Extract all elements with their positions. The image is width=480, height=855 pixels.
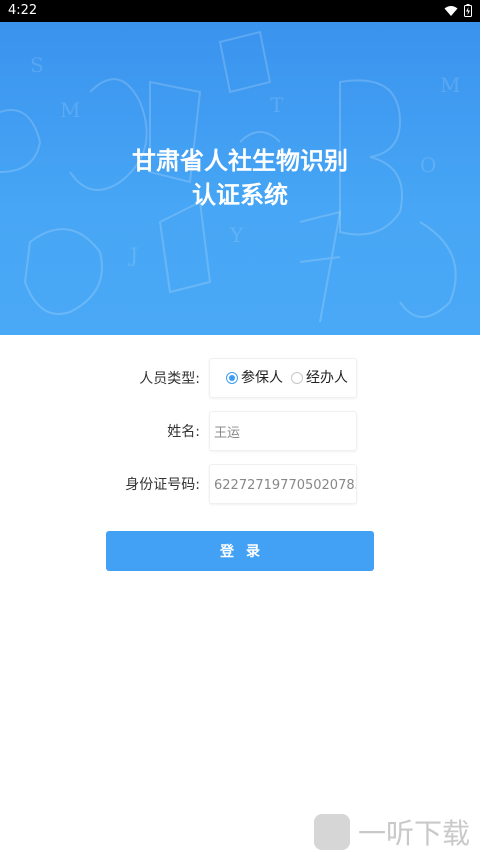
id-number-label: 身份证号码: xyxy=(125,477,200,493)
radio-insured-label: 参保人 xyxy=(241,370,283,386)
name-row: 姓名: xyxy=(0,411,480,453)
hero-banner: S M M T Y J O 甘肃省人社生物识别 认证系统 xyxy=(0,22,480,335)
id-number-field-box xyxy=(209,464,357,505)
name-label: 姓名: xyxy=(167,424,200,440)
app-title-line1: 甘肃省人社生物识别 xyxy=(132,147,348,175)
radio-insured-person[interactable]: 参保人 xyxy=(226,358,283,398)
status-time: 4:22 xyxy=(8,3,38,18)
person-type-label: 人员类型: xyxy=(139,371,200,387)
name-input[interactable] xyxy=(214,412,356,450)
radio-agent[interactable]: 经办人 xyxy=(291,358,348,398)
svg-text:Y: Y xyxy=(229,223,244,247)
login-button[interactable]: 登录 xyxy=(106,531,374,571)
battery-icon xyxy=(464,4,472,17)
radio-checked-icon xyxy=(226,372,238,384)
svg-text:S: S xyxy=(30,53,44,77)
id-number-row: 身份证号码: xyxy=(0,464,480,506)
svg-text:M: M xyxy=(440,73,460,97)
name-field-box xyxy=(209,411,357,451)
radio-agent-label: 经办人 xyxy=(306,370,348,386)
watermark-text: 一听下载 xyxy=(357,817,470,850)
status-bar: 4:22 xyxy=(0,0,480,22)
watermark: 一听下载 xyxy=(313,812,470,852)
radio-unchecked-icon xyxy=(291,372,303,384)
watermark-logo-icon xyxy=(313,814,350,850)
app-title: 甘肃省人社生物识别 认证系统 xyxy=(0,144,480,212)
person-type-row: 人员类型: 参保人 经办人 xyxy=(0,358,480,400)
app-title-line2: 认证系统 xyxy=(192,181,288,209)
svg-text:M: M xyxy=(60,98,80,122)
status-icons xyxy=(444,4,472,17)
svg-text:J: J xyxy=(128,243,138,267)
id-number-input[interactable] xyxy=(214,466,356,505)
svg-text:T: T xyxy=(270,93,284,117)
person-type-radio-group: 参保人 经办人 xyxy=(209,358,357,398)
wifi-icon xyxy=(444,5,458,16)
